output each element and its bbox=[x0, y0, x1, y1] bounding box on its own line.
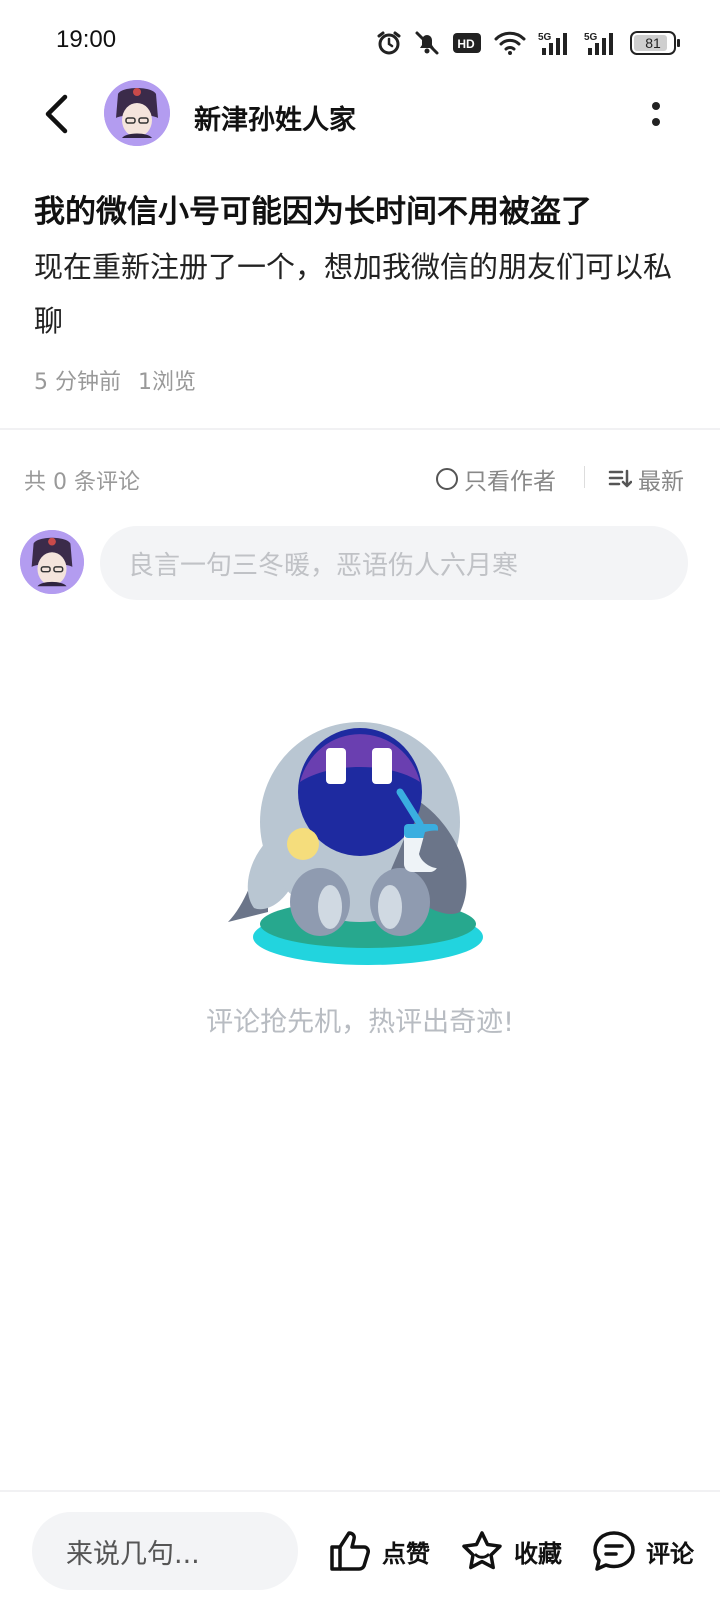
status-icons: HD 5G 5G 81 bbox=[376, 26, 680, 60]
post-header: 新津孙姓人家 bbox=[0, 76, 720, 152]
wifi-icon bbox=[494, 31, 526, 55]
more-vertical-icon bbox=[652, 118, 660, 126]
like-button[interactable]: 点赞 bbox=[328, 1526, 430, 1576]
sort-newest-button[interactable]: 最新 bbox=[608, 462, 684, 496]
battery-icon: 81 bbox=[630, 31, 680, 55]
author-name[interactable]: 新津孙姓人家 bbox=[194, 98, 356, 137]
avatar-portrait-icon bbox=[20, 530, 84, 594]
avatar-portrait-icon bbox=[104, 80, 170, 146]
comment-input[interactable]: 良言一句三冬暖，恶语伤人六月寒 bbox=[100, 526, 688, 600]
hd-label: HD bbox=[457, 37, 475, 51]
bottom-comment-input[interactable]: 来说几句... bbox=[32, 1512, 298, 1590]
network-label-1: 5G bbox=[538, 32, 552, 43]
comment-bubble-icon bbox=[593, 1531, 635, 1571]
5g-signal-icon: 5G bbox=[584, 32, 613, 55]
post-time: 5 分钟前 bbox=[34, 370, 121, 395]
thumbs-up-icon bbox=[330, 1531, 370, 1571]
comment-count: 共 0 条评论 bbox=[24, 470, 140, 495]
empty-comments-text: 评论抢先机，热评出奇迹! bbox=[206, 1007, 514, 1038]
chevron-left-icon bbox=[45, 94, 68, 134]
sort-icon bbox=[608, 469, 632, 488]
comment-button[interactable]: 评论 bbox=[592, 1526, 694, 1576]
filter-separator bbox=[584, 466, 585, 488]
robot-illustration bbox=[228, 722, 483, 965]
post-title: 我的微信小号可能因为长时间不用被盗了 bbox=[34, 194, 592, 230]
status-bar: 19:00 HD 5G 5G 81 bbox=[0, 0, 720, 86]
bottom-divider bbox=[0, 1490, 720, 1492]
like-label: 点赞 bbox=[382, 1539, 430, 1568]
radio-circle-icon bbox=[436, 468, 458, 490]
back-button[interactable] bbox=[36, 90, 76, 138]
section-divider bbox=[0, 428, 720, 430]
more-vertical-icon bbox=[652, 102, 660, 110]
sort-label: 最新 bbox=[638, 469, 684, 495]
post-views: 1浏览 bbox=[138, 370, 196, 395]
mute-icon bbox=[415, 31, 439, 55]
only-author-label: 只看作者 bbox=[464, 469, 556, 495]
only-author-toggle[interactable]: 只看作者 bbox=[436, 462, 556, 496]
5g-signal-icon: 5G bbox=[538, 32, 567, 55]
author-avatar[interactable] bbox=[104, 80, 170, 146]
post-body: 现在重新注册了一个，想加我微信的朋友们可以私聊 bbox=[34, 250, 673, 338]
favorite-button[interactable]: 收藏 bbox=[460, 1526, 562, 1576]
comment-label: 评论 bbox=[646, 1539, 694, 1568]
hd-icon: HD bbox=[453, 33, 481, 53]
user-avatar bbox=[20, 530, 84, 594]
battery-level: 81 bbox=[645, 35, 661, 51]
status-time: 19:00 bbox=[56, 26, 117, 53]
star-icon bbox=[462, 1531, 502, 1570]
network-label-2: 5G bbox=[584, 32, 598, 43]
more-options-button[interactable] bbox=[644, 96, 668, 132]
post-meta: 5 分钟前 1浏览 bbox=[34, 364, 196, 396]
favorite-label: 收藏 bbox=[514, 1539, 562, 1568]
alarm-icon bbox=[377, 31, 401, 55]
